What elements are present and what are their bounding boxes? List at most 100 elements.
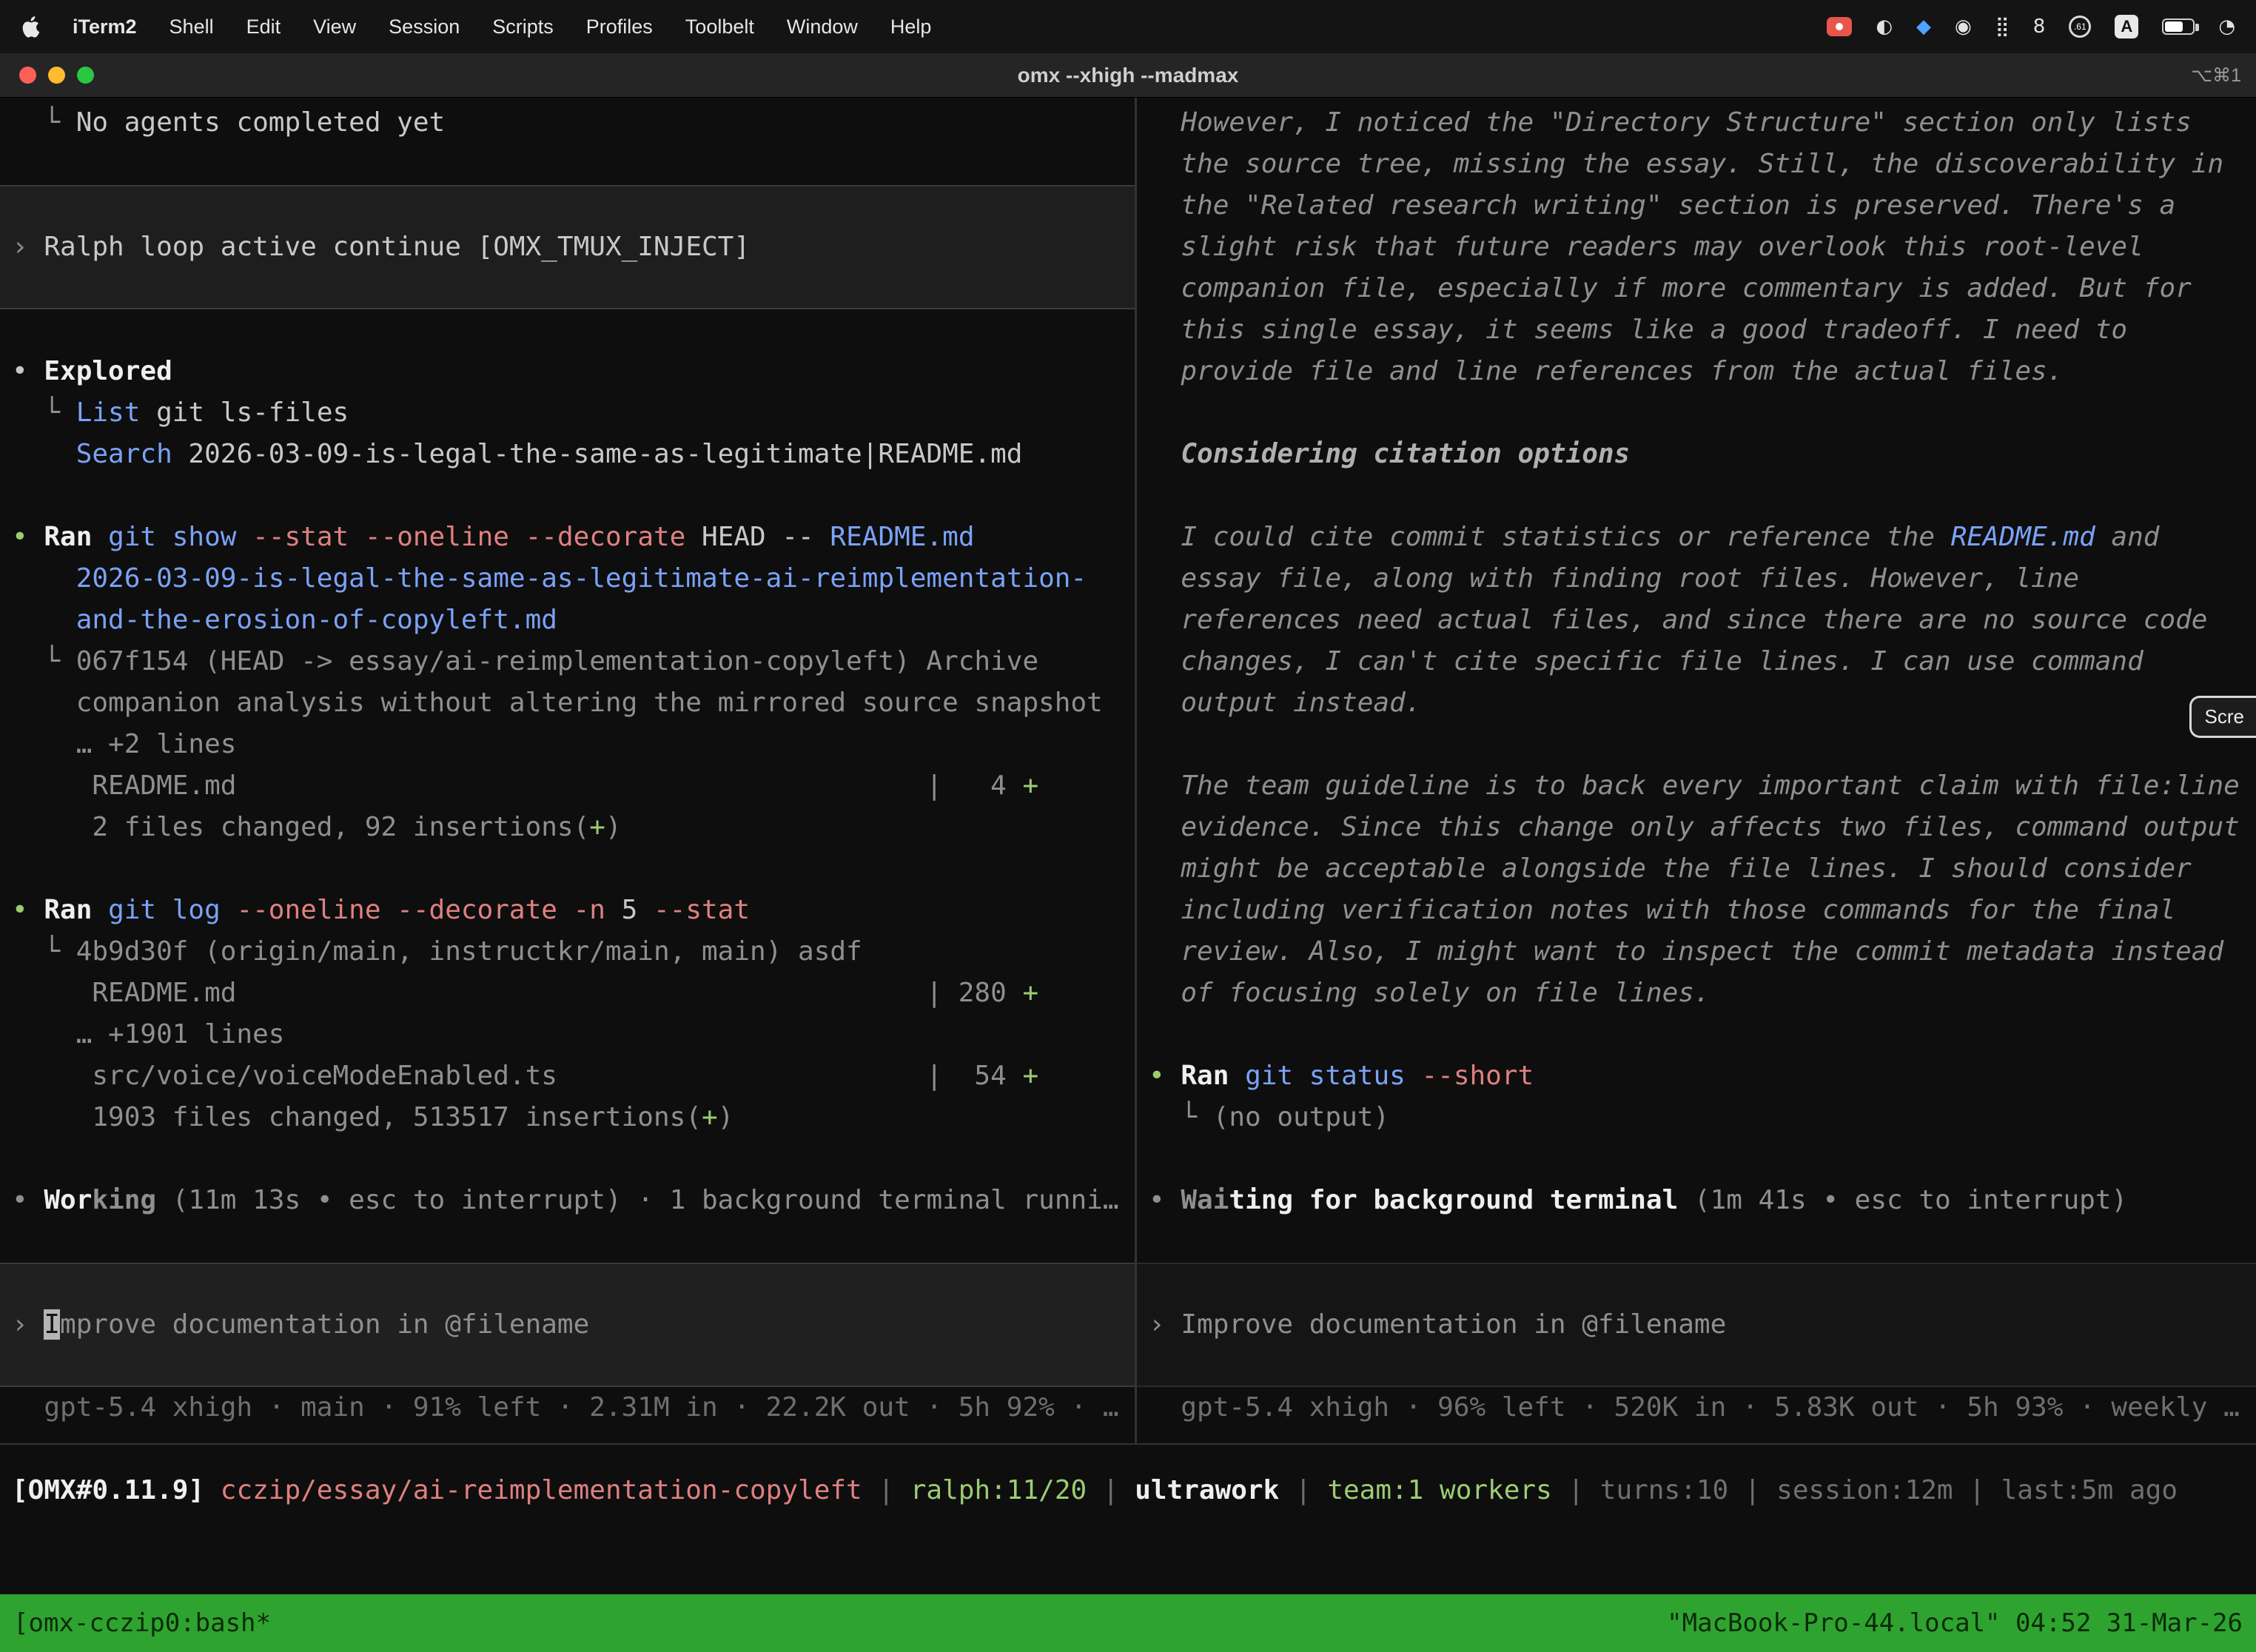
- terminal-line: • Explored: [0, 351, 1135, 392]
- terminal-line: [1137, 1221, 2256, 1263]
- screen-edge-overlay[interactable]: Scre: [2189, 696, 2256, 738]
- menu-item-view[interactable]: View: [313, 16, 356, 38]
- window-title-bar: omx --xhigh --madmax ⌥⌘1: [0, 53, 2256, 98]
- apple-icon[interactable]: [21, 16, 40, 38]
- menu-item-shell[interactable]: Shell: [169, 16, 214, 38]
- terminal-line: [1137, 724, 2256, 765]
- terminal-panes: └ No agents completed yet › Ralph loop ac…: [0, 98, 2256, 1445]
- waiting-status-line: • Waiting for background terminal (1m 41…: [1137, 1180, 2256, 1221]
- terminal-line: [0, 475, 1135, 517]
- terminal-line: • Ran git log --oneline --decorate -n 5 …: [0, 890, 1135, 931]
- menu-item-window[interactable]: Window: [787, 16, 858, 38]
- terminal-line: └ 4b9d30f (origin/main, instructkr/main,…: [0, 931, 1135, 973]
- macos-menu-bar: iTerm2 Shell Edit View Session Scripts Profile…: [0, 0, 2256, 53]
- terminal-line: However, I noticed the "Directory Struct…: [1137, 102, 2256, 144]
- prompt-input[interactable]: [1137, 1346, 2256, 1387]
- menu-item-scripts[interactable]: Scripts: [492, 16, 554, 38]
- input-source-icon[interactable]: A: [2115, 15, 2138, 38]
- terminal-line: output instead.: [1137, 682, 2256, 724]
- terminal-line: [0, 268, 1135, 309]
- terminal-line: this single essay, it seems like a good …: [1137, 309, 2256, 351]
- terminal-line: provide file and line references from th…: [1137, 351, 2256, 392]
- window-title: omx --xhigh --madmax: [0, 64, 2256, 87]
- terminal-line: companion file, especially if more comme…: [1137, 268, 2256, 309]
- screen-recording-indicator[interactable]: [1827, 17, 1852, 36]
- terminal-line: … +2 lines: [0, 724, 1135, 765]
- tmux-host-clock: "MacBook-Pro-44.local" 04:52 31-Mar-26: [1667, 1608, 2243, 1638]
- terminal-line: [1137, 475, 2256, 517]
- terminal-line: [0, 1221, 1135, 1263]
- prompt-input[interactable]: › Improve documentation in @filename: [1137, 1304, 2256, 1346]
- tmux-status-bar: [omx-cczip0:bash* "MacBook-Pro-44.local"…: [0, 1594, 2256, 1652]
- terminal-line: references need actual files, and since …: [1137, 600, 2256, 641]
- model-status-line: gpt-5.4 xhigh · main · 91% left · 2.31M …: [0, 1387, 1135, 1428]
- terminal-line: 2 files changed, 92 insertions(+): [0, 807, 1135, 848]
- menu-extra-icon[interactable]: ◔: [2218, 16, 2235, 38]
- terminal-line: including verification notes with those …: [1137, 890, 2256, 931]
- tmux-session-name: [omx-cczip0:bash*: [13, 1608, 271, 1638]
- model-status-line: gpt-5.4 xhigh · 96% left · 520K in · 5.8…: [1137, 1387, 2256, 1428]
- terminal-line: src/voice/voiceModeEnabled.ts | 54 +: [0, 1055, 1135, 1097]
- terminal-line: [0, 309, 1135, 351]
- right-agent-pane[interactable]: However, I noticed the "Directory Struct…: [1137, 98, 2256, 1443]
- battery-icon[interactable]: [2162, 19, 2195, 35]
- terminal-line: The team guideline is to back every impo…: [1137, 765, 2256, 807]
- menu-item-edit[interactable]: Edit: [246, 16, 281, 38]
- terminal-line: … +1901 lines: [0, 1014, 1135, 1055]
- terminal-line: [1137, 1138, 2256, 1180]
- terminal-line: └ No agents completed yet: [0, 102, 1135, 144]
- shield-icon[interactable]: ◆: [1916, 16, 1931, 38]
- menu-item-toolbelt[interactable]: Toolbelt: [685, 16, 754, 38]
- menu-items: iTerm2 Shell Edit View Session Scripts Profile…: [21, 16, 931, 38]
- terminal-window: └ No agents completed yet › Ralph loop ac…: [0, 98, 2256, 1652]
- terminal-line: README.md | 280 +: [0, 973, 1135, 1014]
- terminal-line: I could cite commit statistics or refere…: [1137, 517, 2256, 558]
- ralph-loop-banner: › Ralph loop active continue [OMX_TMUX_I…: [0, 226, 1135, 268]
- terminal-line: [1137, 1014, 2256, 1055]
- omx-status-bar: [OMX#0.11.9] cczip/essay/ai-reimplementa…: [0, 1470, 2256, 1511]
- terminal-line: Search 2026-03-09-is-legal-the-same-as-l…: [0, 434, 1135, 475]
- menu-item-help[interactable]: Help: [890, 16, 932, 38]
- menu-item-iterm2[interactable]: iTerm2: [73, 16, 137, 38]
- working-status-line: • Working (11m 13s • esc to interrupt) ·…: [0, 1180, 1135, 1221]
- thinking-heading: Considering citation options: [1137, 434, 2256, 475]
- terminal-line: and-the-erosion-of-copyleft.md: [0, 600, 1135, 641]
- terminal-line: [0, 848, 1135, 890]
- prompt-input[interactable]: [1137, 1263, 2256, 1304]
- terminal-line: README.md | 4 +: [0, 765, 1135, 807]
- terminal-line: the source tree, missing the essay. Stil…: [1137, 144, 2256, 185]
- menu-item-profiles[interactable]: Profiles: [586, 16, 653, 38]
- terminal-line: of focusing solely on file lines.: [1137, 973, 2256, 1014]
- menu-status-icons: ◐ ◆ ◉ ⣿ 8 .61 A ◔: [1827, 15, 2235, 38]
- terminal-line: essay file, along with finding root file…: [1137, 558, 2256, 600]
- gauge-icon[interactable]: .61: [2069, 16, 2091, 38]
- terminal-line: └ 067f154 (HEAD -> essay/ai-reimplementa…: [0, 641, 1135, 682]
- keypad-icon[interactable]: 8: [2033, 16, 2046, 38]
- left-agent-pane[interactable]: └ No agents completed yet › Ralph loop ac…: [0, 98, 1137, 1443]
- terminal-line: • Ran git status --short: [1137, 1055, 2256, 1097]
- terminal-line: • Ran git show --stat --oneline --decora…: [0, 517, 1135, 558]
- terminal-line: └ List git ls-files: [0, 392, 1135, 434]
- browser-icon[interactable]: ◐: [1876, 16, 1893, 38]
- prompt-input[interactable]: [0, 1346, 1135, 1387]
- window-hotkey-badge: ⌥⌘1: [2191, 64, 2256, 87]
- prompt-input[interactable]: › Improve documentation in @filename: [0, 1304, 1135, 1346]
- terminal-line: companion analysis without altering the …: [0, 682, 1135, 724]
- terminal-line: 1903 files changed, 513517 insertions(+): [0, 1097, 1135, 1138]
- terminal-line: evidence. Since this change only affects…: [1137, 807, 2256, 848]
- terminal-line: review. Also, I might want to inspect th…: [1137, 931, 2256, 973]
- terminal-line: [1137, 392, 2256, 434]
- menu-item-session[interactable]: Session: [389, 16, 460, 38]
- apps-grid-icon[interactable]: ⣿: [1995, 16, 2010, 38]
- terminal-line: [0, 185, 1135, 226]
- terminal-line: 2026-03-09-is-legal-the-same-as-legitima…: [0, 558, 1135, 600]
- terminal-line: slight risk that future readers may over…: [1137, 226, 2256, 268]
- terminal-line: the "Related research writing" section i…: [1137, 185, 2256, 226]
- terminal-line: [0, 1138, 1135, 1180]
- terminal-line: └ (no output): [1137, 1097, 2256, 1138]
- terminal-line: [0, 144, 1135, 185]
- terminal-line: might be acceptable alongside the file l…: [1137, 848, 2256, 890]
- terminal-line: changes, I can't cite specific file line…: [1137, 641, 2256, 682]
- prompt-input[interactable]: [0, 1263, 1135, 1304]
- k-circle-icon[interactable]: ◉: [1955, 16, 1972, 38]
